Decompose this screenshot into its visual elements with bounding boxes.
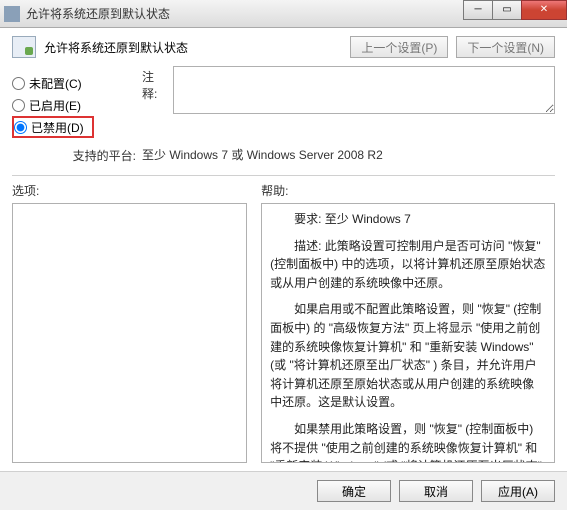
- maximize-button[interactable]: ▭: [492, 0, 522, 20]
- radio-enabled[interactable]: 已启用(E): [12, 94, 142, 116]
- supported-on-label: 支持的平台:: [66, 145, 136, 164]
- radio-disabled[interactable]: 已禁用(D): [12, 116, 94, 138]
- minimize-button[interactable]: ─: [463, 0, 493, 20]
- radio-enabled-input[interactable]: [12, 99, 25, 112]
- options-panel: [12, 203, 247, 463]
- help-panel: 要求: 至少 Windows 7 描述: 此策略设置可控制用户是否可访问 "恢复…: [261, 203, 555, 463]
- next-setting-button[interactable]: 下一个设置(N): [456, 36, 555, 58]
- footer: 确定 取消 应用(A): [0, 471, 567, 510]
- help-requirement: 要求: 至少 Windows 7: [294, 210, 546, 229]
- radio-disabled-input[interactable]: [14, 121, 27, 134]
- help-paragraph: 如果启用或不配置此策略设置，则 "恢复" (控制面板中) 的 "高级恢复方法" …: [270, 300, 546, 412]
- supported-on-value: 至少 Windows 7 或 Windows Server 2008 R2: [142, 144, 383, 165]
- title-bar: 允许将系统还原到默认状态 ─ ▭ ✕: [0, 0, 567, 28]
- comment-field[interactable]: [173, 66, 555, 114]
- apply-button[interactable]: 应用(A): [481, 480, 555, 502]
- help-paragraph: 如果禁用此策略设置，则 "恢复" (控制面板中) 将不提供 "使用之前创建的系统…: [270, 420, 546, 463]
- radio-not-configured-label: 未配置(C): [29, 75, 82, 92]
- radio-not-configured[interactable]: 未配置(C): [12, 72, 142, 94]
- divider: [12, 175, 555, 176]
- cancel-button[interactable]: 取消: [399, 480, 473, 502]
- help-label: 帮助:: [261, 182, 555, 199]
- app-icon: [4, 6, 20, 22]
- close-button[interactable]: ✕: [521, 0, 567, 20]
- radio-disabled-label: 已禁用(D): [31, 119, 84, 136]
- window-controls: ─ ▭ ✕: [464, 0, 567, 20]
- state-radio-group: 未配置(C) 已启用(E) 已禁用(D): [12, 72, 142, 138]
- page-title: 允许将系统还原到默认状态: [44, 39, 188, 56]
- radio-not-configured-input[interactable]: [12, 77, 25, 90]
- window-title: 允许将系统还原到默认状态: [26, 5, 170, 22]
- policy-icon: [12, 36, 36, 58]
- ok-button[interactable]: 确定: [317, 480, 391, 502]
- radio-enabled-label: 已启用(E): [29, 97, 81, 114]
- options-label: 选项:: [12, 182, 247, 199]
- help-paragraph: 描述: 此策略设置可控制用户是否可访问 "恢复" (控制面板中) 中的选项，以将…: [270, 237, 546, 293]
- prev-setting-button[interactable]: 上一个设置(P): [350, 36, 448, 58]
- comment-label: 注释:: [142, 66, 167, 114]
